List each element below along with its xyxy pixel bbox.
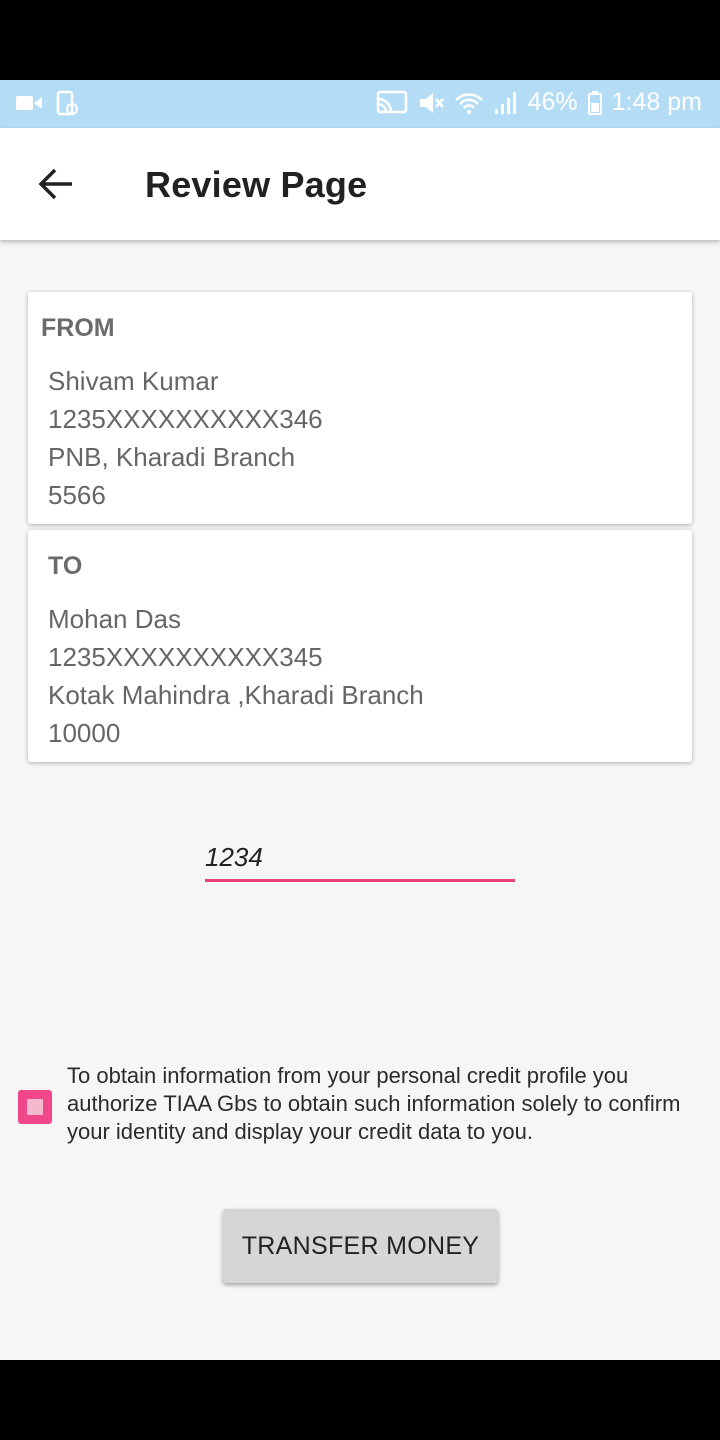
arrow-left-icon	[38, 168, 74, 205]
tablet-icon	[56, 90, 78, 116]
bottom-black-bar	[0, 1360, 720, 1440]
cast-icon	[376, 90, 408, 116]
from-account: 1235XXXXXXXXXX346	[48, 404, 323, 434]
from-amount: 5566	[48, 480, 106, 510]
battery-icon	[587, 90, 602, 115]
video-camera-icon	[16, 94, 42, 112]
to-bank: Kotak Mahindra ,Kharadi Branch	[48, 680, 424, 710]
from-name: Shivam Kumar	[48, 366, 219, 396]
review-screen: Review Page FROM Shivam Kumar 1235XXXXXX…	[0, 128, 720, 1360]
to-amount: 10000	[48, 718, 121, 748]
to-account: 1235XXXXXXXXXX345	[48, 642, 323, 672]
to-label: TO	[48, 552, 83, 580]
clock: 1:48 pm	[611, 88, 702, 116]
app-bar: Review Page	[0, 128, 720, 240]
back-button[interactable]	[28, 158, 84, 214]
battery-percent: 46%	[527, 88, 578, 116]
top-black-bar	[0, 0, 720, 80]
page-title: Review Page	[145, 164, 368, 205]
from-label: FROM	[41, 314, 115, 342]
consent-text: To obtain information from your personal…	[67, 1063, 681, 1144]
pin-input[interactable]	[205, 836, 515, 882]
mute-icon	[418, 90, 444, 116]
to-card: TO Mohan Das 1235XXXXXXXXXX345 Kotak Mah…	[28, 530, 692, 762]
checkbox-inner	[27, 1099, 43, 1115]
from-bank: PNB, Kharadi Branch	[48, 442, 296, 472]
transfer-money-button[interactable]: TRANSFER MONEY	[223, 1209, 498, 1283]
signal-icon	[494, 91, 518, 115]
status-bar: 46% 1:48 pm	[0, 80, 720, 128]
from-card: FROM Shivam Kumar 1235XXXXXXXXXX346 PNB,…	[28, 292, 692, 524]
to-name: Mohan Das	[48, 604, 181, 634]
wifi-icon	[454, 91, 484, 115]
consent-checkbox[interactable]	[18, 1090, 52, 1124]
